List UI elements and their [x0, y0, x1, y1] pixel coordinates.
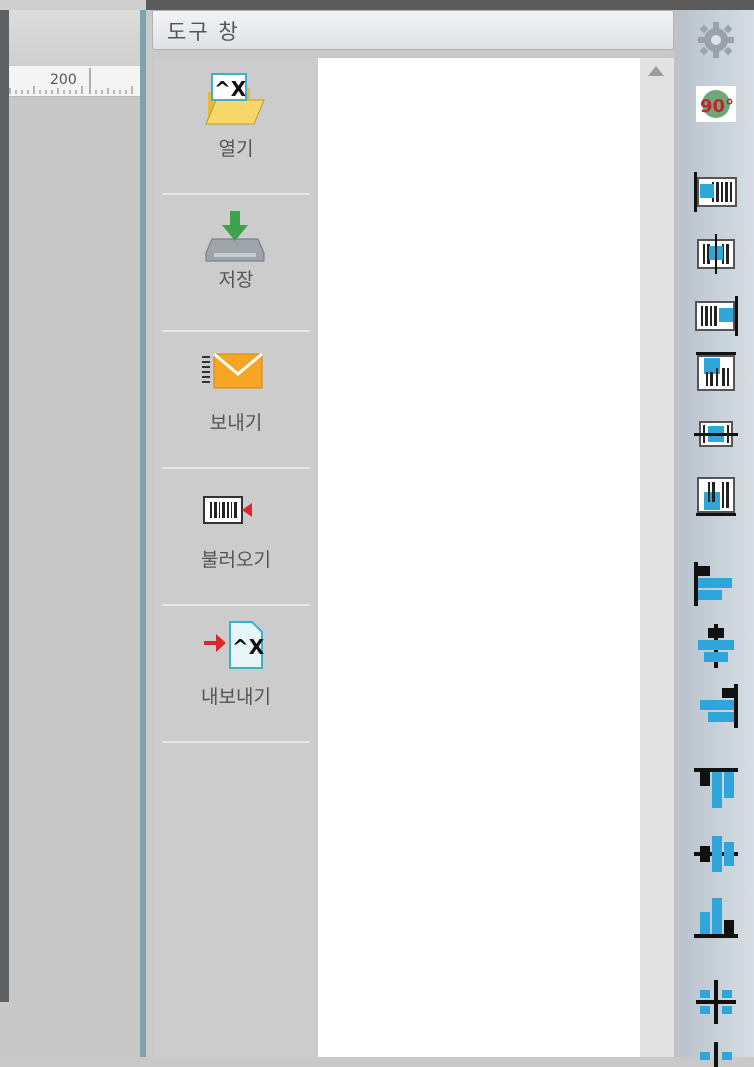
svg-text:^X: ^X [232, 635, 265, 659]
tool-item-label: 보내기 [209, 412, 263, 434]
tool-item-send[interactable]: 보내기 [154, 332, 318, 469]
align-bottom-barcode-button[interactable] [692, 474, 740, 518]
settings-gear-icon [698, 22, 734, 58]
align-objects-bottom-icon [694, 898, 738, 938]
align-objects-top-icon [694, 768, 738, 808]
design-canvas-area: 200 [0, 0, 146, 1057]
align-objects-right-icon [700, 684, 738, 728]
align-objects-center-icon [698, 624, 734, 668]
rotate-label: 90° [700, 96, 734, 117]
align-objects-top-button[interactable] [692, 766, 740, 810]
align-objects-middle-button[interactable] [692, 832, 740, 876]
tool-item-import[interactable]: 불러오기 [154, 469, 318, 606]
align-left-barcode-button[interactable] [692, 170, 740, 214]
tool-window-title: 도구 창 [167, 20, 240, 44]
ruler-label: 200 [50, 72, 77, 88]
align-objects-left-button[interactable] [692, 562, 740, 606]
alignment-toolbar: 90° [680, 10, 754, 1067]
tool-item-label: 열기 [218, 138, 254, 160]
align-objects-center-button[interactable] [692, 624, 740, 668]
distribute-more-icon [700, 1042, 732, 1067]
tool-item-export[interactable]: ^X 내보내기 [154, 606, 318, 743]
tool-item-label: 불러오기 [201, 549, 271, 571]
align-middle-barcode-icon [694, 421, 738, 447]
save-disk-icon [205, 211, 265, 262]
vertical-scrollbar[interactable] [640, 58, 674, 1057]
horizontal-ruler: 200 [0, 66, 140, 97]
canvas-left-edge [0, 10, 9, 1002]
tool-window-header: 도구 창 [152, 10, 674, 50]
distribute-icon [696, 980, 736, 1024]
tool-item-open[interactable]: ^X 열기 [154, 58, 318, 195]
distribute-button[interactable] [692, 980, 740, 1024]
rotate-90-icon: 90° [696, 86, 736, 122]
import-barcode-icon [203, 496, 266, 524]
align-left-barcode-icon [694, 172, 737, 212]
align-objects-right-button[interactable] [692, 684, 740, 728]
align-right-barcode-button[interactable] [692, 294, 740, 338]
open-folder-icon: ^X [205, 73, 265, 125]
toolbar-overflow-button[interactable] [692, 1042, 740, 1067]
scroll-up-arrow-icon[interactable] [648, 66, 664, 76]
align-objects-bottom-button[interactable] [692, 896, 740, 940]
align-bottom-barcode-icon [696, 477, 736, 516]
settings-button[interactable] [692, 18, 740, 62]
canvas-header [0, 10, 140, 66]
align-middle-barcode-button[interactable] [692, 412, 740, 456]
align-right-barcode-icon [695, 296, 738, 336]
align-objects-left-icon [694, 562, 732, 606]
tool-item-label: 저장 [218, 269, 254, 291]
align-top-barcode-icon [696, 352, 736, 391]
tool-item-save[interactable]: 저장 [154, 195, 318, 332]
svg-text:^X: ^X [214, 77, 247, 101]
rotate-90-button[interactable]: 90° [692, 82, 740, 126]
send-envelope-icon [202, 352, 263, 389]
align-top-barcode-button[interactable] [692, 350, 740, 394]
tool-list: ^X 열기 저장 보내기 불러오기 ^X 내보내기 [154, 58, 318, 1057]
canvas-background [0, 10, 146, 1057]
tool-content-pane [318, 58, 640, 1057]
tool-item-label: 내보내기 [201, 686, 271, 708]
divider [162, 741, 310, 743]
export-file-icon: ^X [204, 621, 265, 669]
align-objects-middle-icon [694, 836, 738, 872]
align-center-barcode-icon [697, 234, 735, 274]
tool-window: 도구 창 ^X 열기 저장 보내기 불러오기 ^X 내보내기 [146, 10, 680, 1057]
align-center-barcode-button[interactable] [692, 232, 740, 276]
